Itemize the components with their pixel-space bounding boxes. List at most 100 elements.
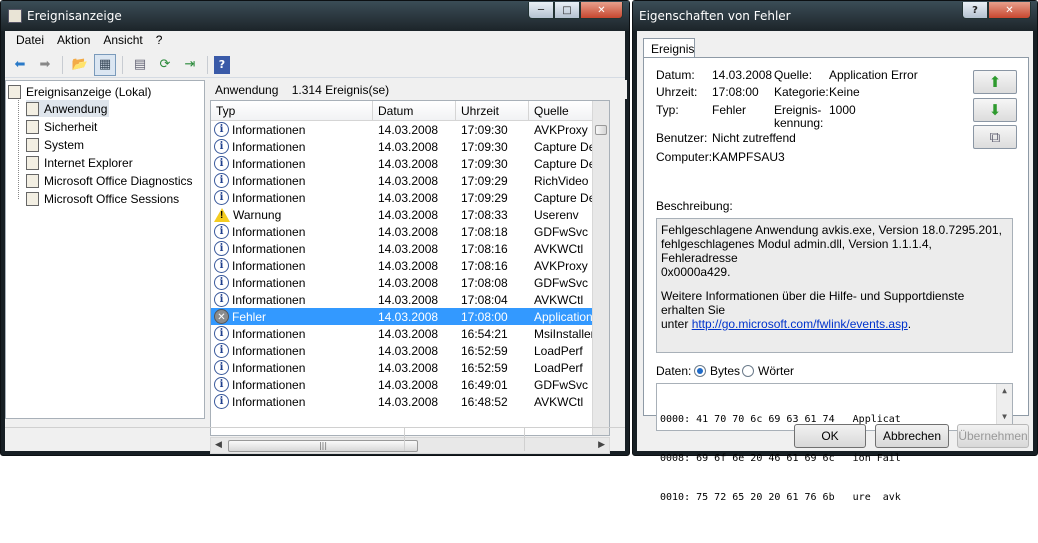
radio-words[interactable]: Wörter — [742, 364, 794, 378]
ok-button[interactable]: OK — [794, 424, 866, 448]
table-row[interactable]: i Informationen 14.03.2008 17:08:16 AVKWCtl — [211, 240, 609, 257]
tree-item-system[interactable]: System — [26, 136, 84, 153]
dialog-title-bar[interactable]: Eigenschaften von Fehler ? ✕ — [633, 1, 1037, 31]
tree-line — [18, 96, 19, 199]
table-row[interactable]: i Informationen 14.03.2008 16:54:21 MsiInsta… — [211, 325, 609, 342]
menu-ansicht[interactable]: Ansicht — [98, 31, 150, 51]
event-count: 1.314 Ereignis(se) — [291, 83, 390, 97]
tree-item-internet-explorer[interactable]: Internet Explorer — [26, 154, 133, 171]
kennung-label-1: Ereignis- — [774, 103, 822, 117]
main-client: Datei Aktion Ansicht ? ⬅ ➡ 📂 ▦ ▤ ⟳ ⇥ ? E… — [5, 31, 627, 454]
tree-item-office-diagnostics[interactable]: Microsoft Office Diagnostics — [26, 172, 193, 189]
table-row[interactable]: i Informationen 14.03.2008 17:09:30 Capture … — [211, 155, 609, 172]
type-text: Informationen — [232, 224, 306, 239]
event-log-icon — [26, 101, 39, 116]
table-row[interactable]: i Informationen 14.03.2008 17:08:04 AVKWCtl — [211, 291, 609, 308]
forward-arrow-icon[interactable]: ➡ — [34, 54, 56, 76]
table-row[interactable]: i Informationen 14.03.2008 17:08:18 GDFwSvc — [211, 223, 609, 240]
tree-item-anwendung[interactable]: Anwendung — [26, 100, 110, 117]
toolbar-separator — [122, 55, 123, 74]
cell-date: 14.03.2008 — [378, 156, 439, 171]
computer-icon — [8, 84, 21, 99]
column-typ[interactable]: Typ — [211, 101, 373, 120]
desc-line: fehlgeschlagenes Modul admin.dll, Versio… — [661, 237, 932, 265]
menu-help[interactable]: ? — [151, 31, 171, 51]
radio-bytes[interactable]: Bytes — [694, 364, 740, 378]
close-button[interactable]: ✕ — [580, 2, 623, 19]
cell-date: 14.03.2008 — [378, 326, 439, 341]
apply-button[interactable]: Übernehmen — [957, 424, 1029, 448]
show-tree-icon[interactable]: ▦ — [94, 53, 116, 76]
column-datum[interactable]: Datum — [373, 101, 456, 120]
copy-button[interactable]: ⧉ — [973, 125, 1017, 149]
cell-type: i Informationen — [211, 139, 373, 154]
cancel-button[interactable]: Abbrechen — [875, 424, 949, 448]
table-row[interactable]: i Informationen 14.03.2008 17:09:29 RichVide… — [211, 172, 609, 189]
info-icon: i — [214, 394, 229, 409]
panel-header: Anwendung 1.314 Ereignis(se) — [208, 80, 627, 99]
tree-item-label: Anwendung — [44, 101, 108, 116]
cell-time: 17:08:08 — [461, 275, 508, 290]
export-icon[interactable]: ⇥ — [179, 54, 201, 76]
help-button[interactable]: ? — [962, 2, 988, 19]
help-link[interactable]: http://go.microsoft.com/fwlink/events.as… — [692, 317, 908, 331]
cell-date: 14.03.2008 — [378, 360, 439, 375]
vertical-scrollbar[interactable] — [592, 101, 609, 435]
menu-datei[interactable]: Datei — [11, 31, 52, 51]
minimize-button[interactable]: ─ — [528, 2, 554, 19]
table-row[interactable]: i Informationen 14.03.2008 17:09:29 Capture … — [211, 189, 609, 206]
table-row[interactable]: i Informationen 14.03.2008 16:48:52 AVKWCtl — [211, 393, 609, 410]
benutzer-label: Benutzer: — [656, 131, 708, 145]
type-text: Informationen — [232, 377, 306, 392]
cell-type: i Informationen — [211, 292, 373, 307]
dialog-close-button[interactable]: ✕ — [988, 2, 1031, 19]
table-row[interactable]: i Informationen 14.03.2008 16:49:01 GDFwSvc — [211, 376, 609, 393]
tree-item-sicherheit[interactable]: Sicherheit — [26, 118, 97, 135]
menu-aktion[interactable]: Aktion — [52, 31, 98, 51]
tree-root[interactable]: Ereignisanzeige (Lokal) — [8, 83, 151, 100]
help-icon[interactable]: ? — [214, 55, 230, 74]
previous-event-button[interactable]: ⬆ — [973, 70, 1017, 94]
table-row[interactable]: i Informationen 14.03.2008 16:52:59 LoadPerf — [211, 359, 609, 376]
event-rows: i Informationen 14.03.2008 17:09:30 AVKProxy… — [211, 121, 609, 410]
next-event-button[interactable]: ⬇ — [973, 98, 1017, 122]
properties-icon[interactable]: ▤ — [129, 54, 151, 76]
up-folder-icon[interactable]: 📂 — [69, 54, 91, 76]
title-bar[interactable]: Ereignisanzeige ─ □ ✕ — [1, 1, 629, 31]
cell-type: i Informationen — [211, 377, 373, 392]
cell-time: 17:08:16 — [461, 241, 508, 256]
desc-line: 0x0000a429. — [661, 265, 731, 279]
cell-date: 14.03.2008 — [378, 224, 439, 239]
table-row[interactable]: i Informationen 14.03.2008 17:08:08 GDFwSvc — [211, 274, 609, 291]
cell-time: 17:09:30 — [461, 156, 508, 171]
cell-type: i Informationen — [211, 241, 373, 256]
table-row[interactable]: i Informationen 14.03.2008 16:52:59 LoadPerf — [211, 342, 609, 359]
cell-date: 14.03.2008 — [378, 343, 439, 358]
info-icon: i — [214, 343, 229, 358]
cell-time: 17:09:30 — [461, 139, 508, 154]
column-uhrzeit[interactable]: Uhrzeit — [456, 101, 529, 120]
tab-ereignis[interactable]: Ereignis — [643, 38, 695, 58]
copy-icon: ⧉ — [989, 128, 1001, 146]
event-list: Typ Datum Uhrzeit Quelle i Informationen 1… — [210, 100, 610, 436]
type-text: Informationen — [232, 190, 306, 205]
refresh-icon[interactable]: ⟳ — [154, 54, 176, 76]
table-row[interactable]: ✕ Fehler 14.03.2008 17:08:00 Application Er — [211, 308, 609, 325]
scroll-thumb[interactable] — [595, 125, 607, 135]
table-row[interactable]: i Informationen 14.03.2008 17:09:30 AVKProxy — [211, 121, 609, 138]
back-arrow-icon[interactable]: ⬅ — [9, 54, 31, 76]
kategorie-label: Kategorie: — [774, 85, 829, 99]
maximize-button[interactable]: □ — [554, 2, 580, 19]
table-row[interactable]: ! Warnung 14.03.2008 17:08:33 Userenv — [211, 206, 609, 223]
info-icon: i — [214, 258, 229, 273]
table-row[interactable]: i Informationen 14.03.2008 17:08:16 AVKProxy — [211, 257, 609, 274]
description-box[interactable]: Fehlgeschlagene Anwendung avkis.exe, Ver… — [656, 218, 1013, 353]
hex-line: 0010: 75 72 65 20 20 61 76 6b ure avk — [660, 492, 901, 503]
cell-type: i Informationen — [211, 275, 373, 290]
tree-item-office-sessions[interactable]: Microsoft Office Sessions — [26, 190, 179, 207]
table-row[interactable]: i Informationen 14.03.2008 17:09:30 Capture … — [211, 138, 609, 155]
cell-time: 17:08:04 — [461, 292, 508, 307]
cell-type: i Informationen — [211, 156, 373, 171]
info-icon: i — [214, 122, 229, 137]
kategorie-value: Keine — [829, 85, 860, 99]
